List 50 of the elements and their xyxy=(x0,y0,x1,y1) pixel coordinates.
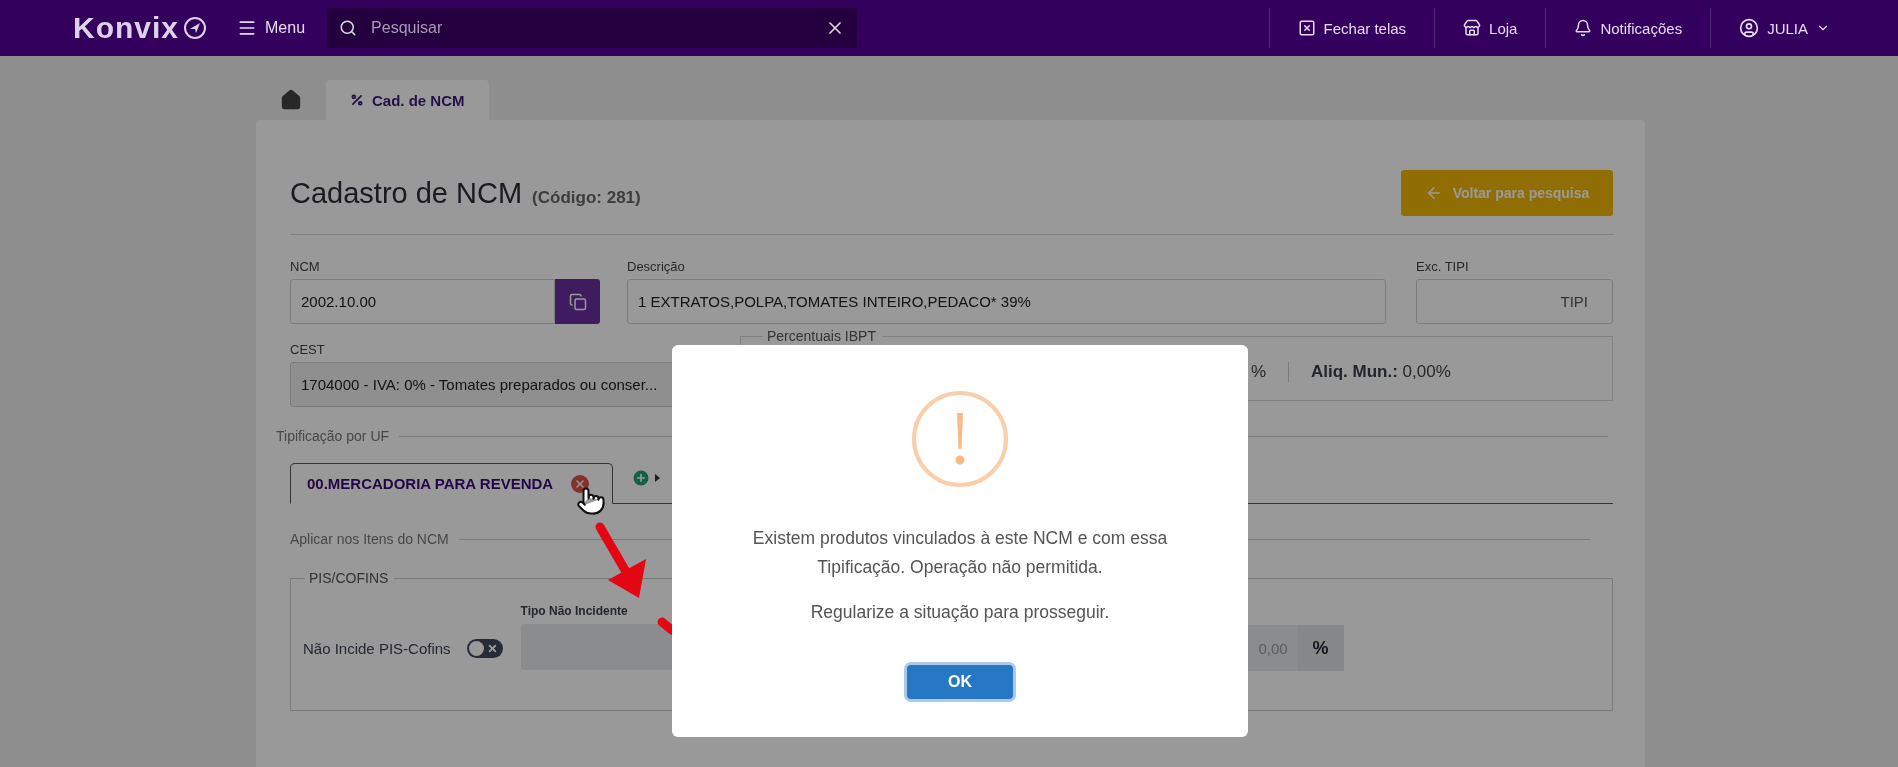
user-icon xyxy=(1739,18,1760,38)
dialog-message: Existem produtos vinculados à este NCM e com essa Tipificação. Operação não permitida. xyxy=(751,527,1169,579)
page-tab[interactable]: Cad. de NCM xyxy=(326,80,489,120)
record-code: (Código: 281) xyxy=(532,187,641,208)
toggle-switch[interactable] xyxy=(466,638,503,658)
ncm-field[interactable]: 2002.10.00 xyxy=(290,279,555,324)
percent-icon xyxy=(350,93,364,107)
logo-text: Konvix xyxy=(73,11,180,45)
plus-icon xyxy=(631,468,651,488)
description-field[interactable]: 1 EXTRATOS,POLPA,TOMATES INTEIRO,PEDACO* 39% xyxy=(627,279,1386,324)
field-label: Descrição xyxy=(627,259,686,274)
field-label: NCM xyxy=(290,259,321,274)
field-suffix: % xyxy=(1297,625,1344,671)
tab-label[interactable]: 00.MERCADORIA PARA REVENDA xyxy=(307,475,554,492)
field-label: Tipo Não Incidente xyxy=(520,604,628,618)
toolbar-action[interactable]: Loja xyxy=(1434,8,1546,48)
rate-value: Aliq. Mun.: 0,00% xyxy=(1310,362,1452,382)
close-window-icon xyxy=(1297,19,1316,37)
bell-icon xyxy=(1574,19,1593,37)
lookup-button[interactable] xyxy=(555,279,600,324)
user-menu[interactable]: JULIA xyxy=(1710,8,1898,48)
copy-icon xyxy=(568,292,587,311)
field-label: CEST xyxy=(290,342,326,357)
home-icon xyxy=(280,89,302,111)
hand-cursor-icon xyxy=(576,486,606,516)
exc-tipi-field[interactable]: TIPI xyxy=(1416,279,1613,324)
section-legend: Tipificação por UF xyxy=(276,428,390,444)
panel-legend: PIS/COFINS xyxy=(305,570,395,586)
ok-button[interactable]: OK xyxy=(907,665,1013,699)
section-legend: Aplicar nos Itens do NCM xyxy=(290,531,449,547)
search-icon xyxy=(339,19,358,37)
caret-icon xyxy=(655,474,660,482)
field-label: Exc. TIPI xyxy=(1416,259,1470,274)
toolbar-action[interactable]: Fechar telas xyxy=(1268,8,1435,48)
logo-icon xyxy=(183,16,208,40)
close-icon xyxy=(486,642,498,654)
field-suffix: TIPI xyxy=(1560,293,1589,310)
toggle-label: Não Incide PIS-Cofins xyxy=(303,639,451,657)
menu-button[interactable]: Menu xyxy=(233,14,310,42)
remove-button[interactable] xyxy=(571,474,590,493)
search-input[interactable]: Pesquisar xyxy=(369,8,814,48)
close-icon xyxy=(574,477,587,490)
page-title: Cadastro de NCM xyxy=(290,176,523,210)
toolbar-action[interactable]: Notificações xyxy=(1545,8,1711,48)
dialog-note: Regularize a situação para prosseguir. xyxy=(810,602,1110,623)
panel-legend: Percentuais IBPT xyxy=(763,328,882,344)
search-field[interactable]: Pesquisar xyxy=(327,8,858,48)
warning-icon xyxy=(912,391,1008,487)
store-icon xyxy=(1463,19,1482,37)
typification-tab[interactable]: 00.MERCADORIA PARA REVENDA xyxy=(290,463,613,504)
